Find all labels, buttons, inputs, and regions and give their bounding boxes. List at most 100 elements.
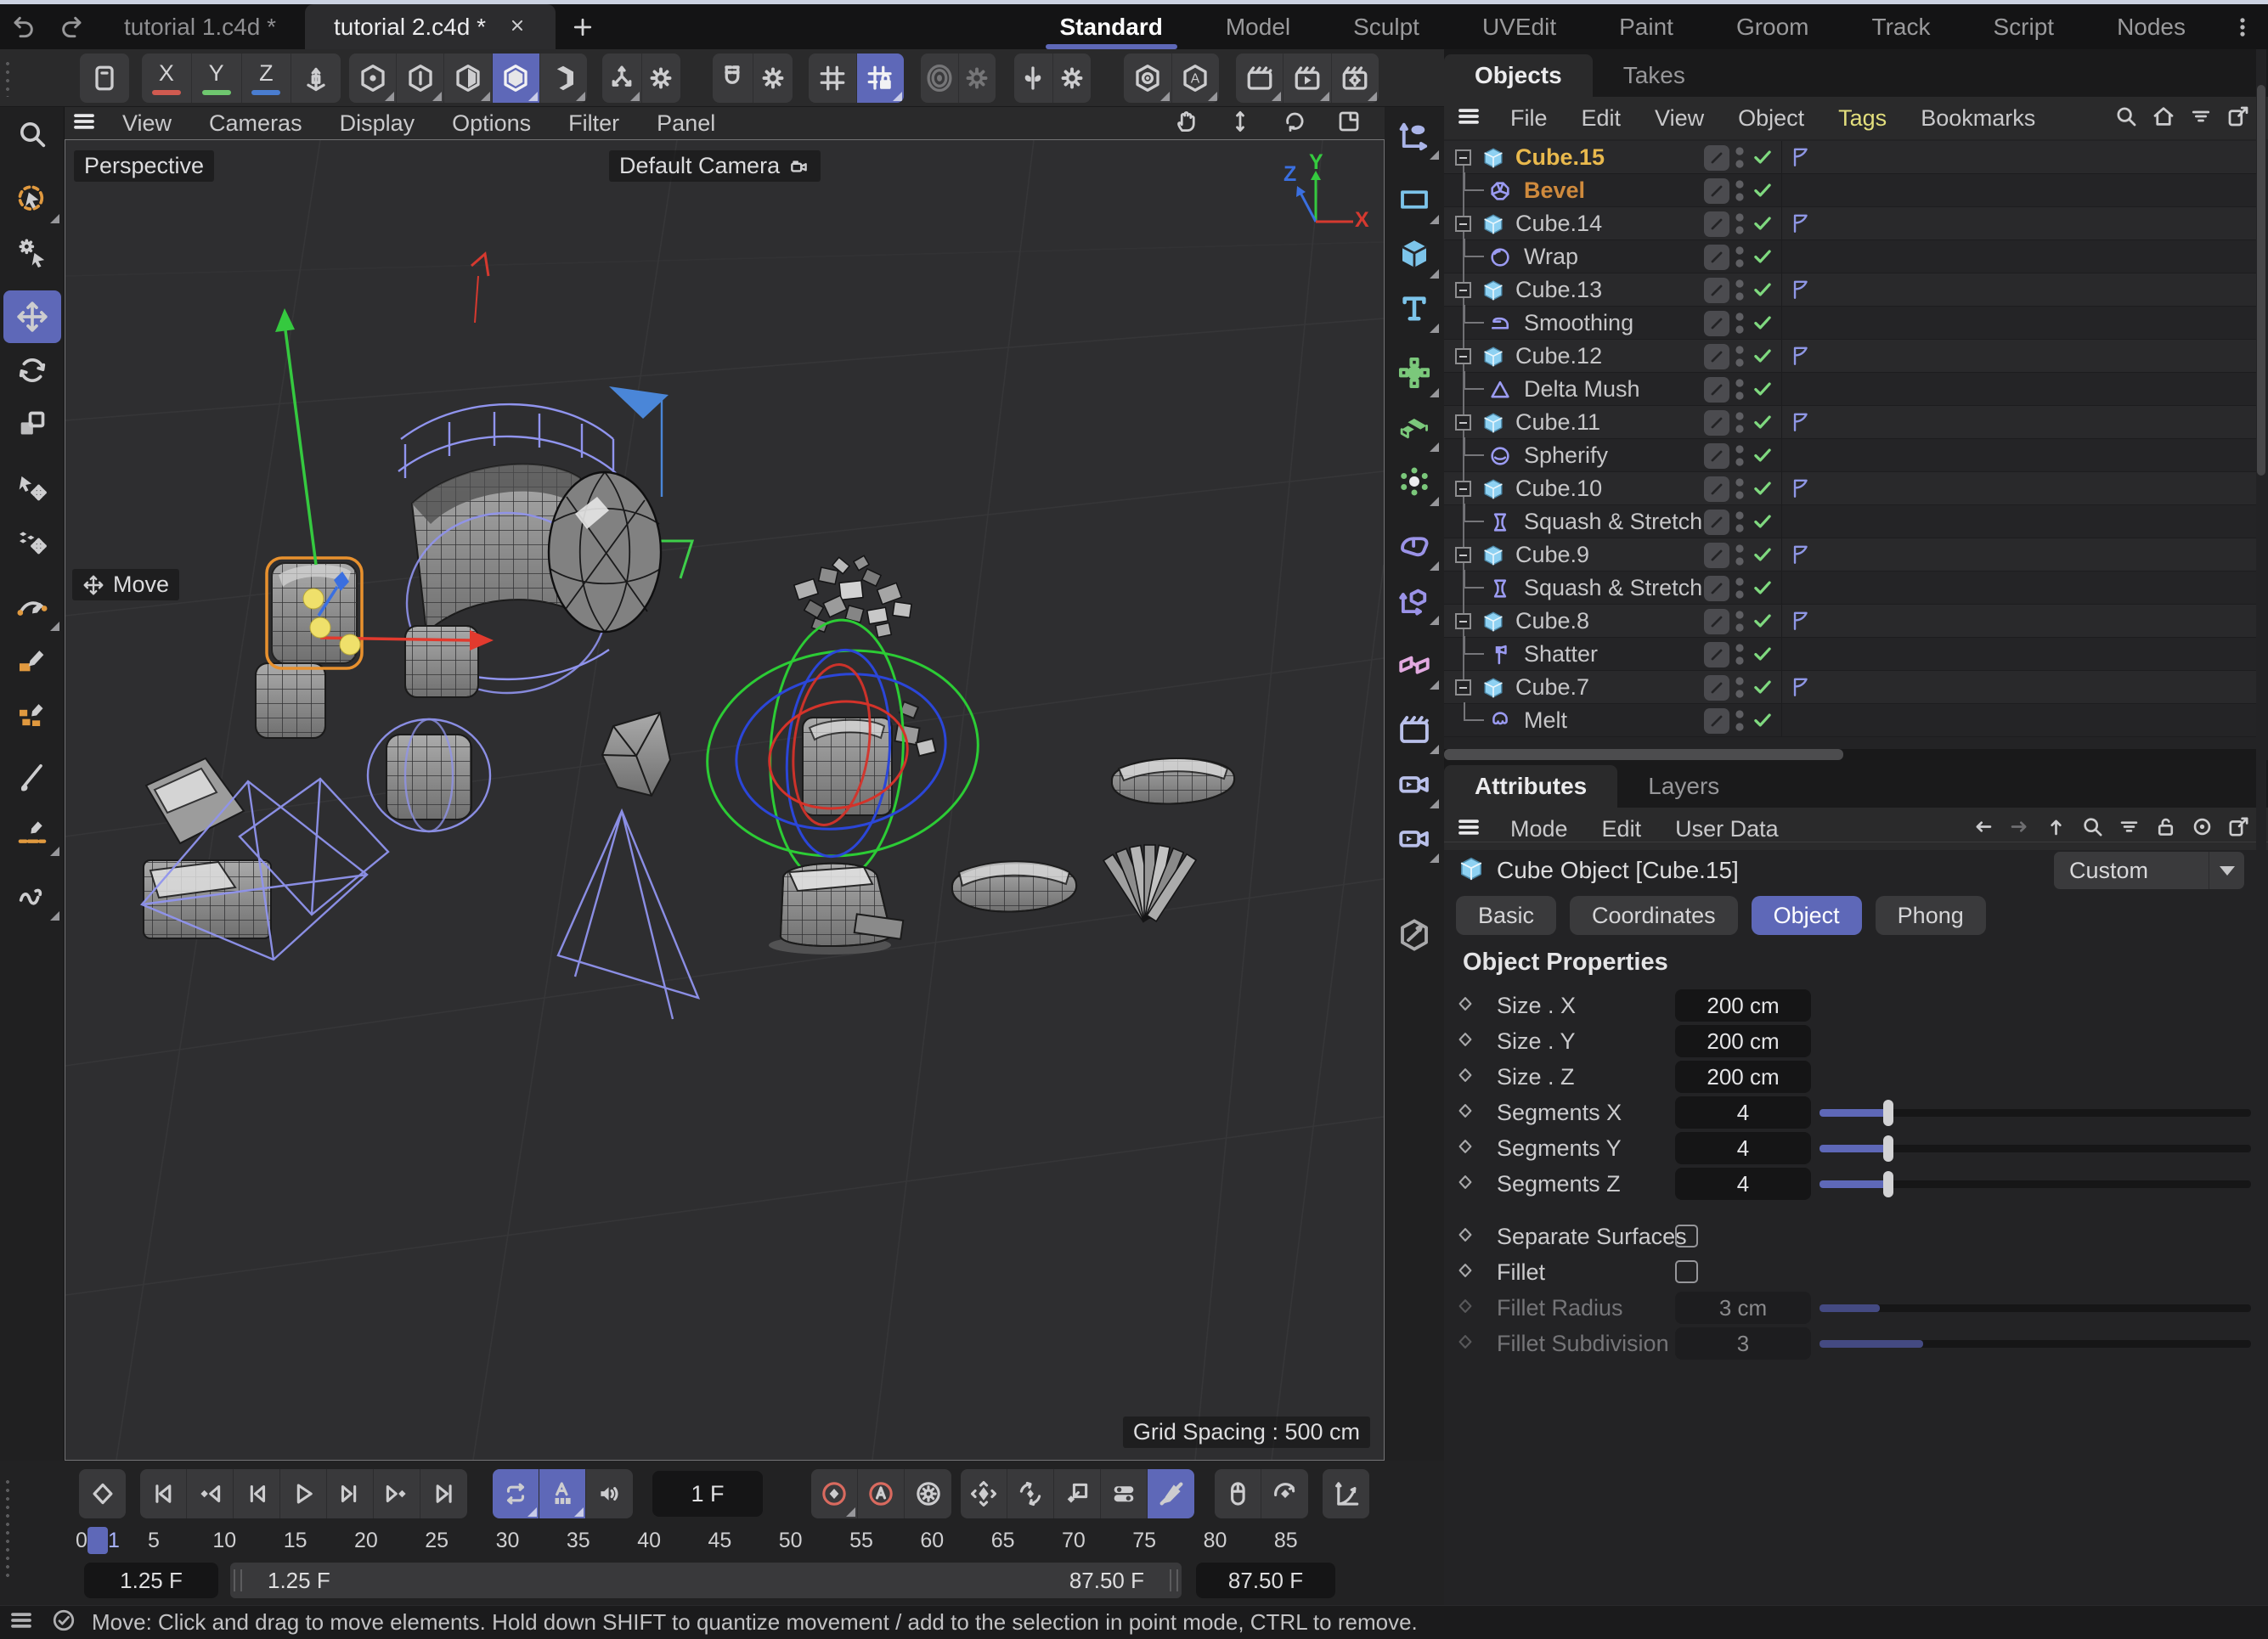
- key-scale-button[interactable]: [1054, 1469, 1101, 1518]
- symmetry-settings-button[interactable]: [1053, 54, 1092, 103]
- viewport-menu-filter[interactable]: Filter: [550, 110, 638, 137]
- range-end-field[interactable]: 87.50 F: [1196, 1563, 1335, 1598]
- enabled-toggle[interactable]: [1752, 179, 1774, 206]
- line-pen-tool[interactable]: [3, 805, 61, 858]
- tree-object-row[interactable]: Cube.15: [1444, 141, 2256, 174]
- attribute-section-phong[interactable]: Phong: [1876, 896, 1986, 935]
- phong-tag[interactable]: [1789, 477, 1811, 504]
- collapse-toggle[interactable]: [1455, 414, 1471, 431]
- hierarchy-settings-button[interactable]: [642, 54, 681, 103]
- autokey-record-button[interactable]: [858, 1469, 905, 1518]
- filter-objects-button[interactable]: [2185, 104, 2217, 133]
- tweak-tool[interactable]: [3, 226, 61, 279]
- new-document-button[interactable]: [556, 4, 610, 49]
- layout-item-groom[interactable]: Groom: [1705, 4, 1841, 49]
- falloff-button[interactable]: [921, 54, 959, 103]
- playhead[interactable]: [87, 1527, 108, 1554]
- live-selection-tool[interactable]: [3, 172, 61, 225]
- points-mode-button[interactable]: [349, 54, 397, 103]
- editor-visibility-toggle[interactable]: [1704, 443, 1729, 469]
- visibility-dots[interactable]: [1734, 704, 1746, 741]
- previous-frame-button[interactable]: [234, 1469, 280, 1518]
- objects-menu-edit[interactable]: Edit: [1565, 105, 1639, 132]
- visibility-dots[interactable]: [1734, 141, 1746, 178]
- render-clapper-button[interactable]: [1388, 703, 1441, 756]
- tree-deformer-row[interactable]: Smoothing: [1444, 307, 2256, 340]
- preview-range-bar[interactable]: 1.25 F 87.50 F: [230, 1563, 1182, 1598]
- motext-button[interactable]: [1388, 282, 1441, 335]
- collapse-toggle[interactable]: [1455, 679, 1471, 696]
- axis-modeling-button[interactable]: [291, 54, 341, 103]
- keying-settings-button[interactable]: [905, 1469, 951, 1518]
- editor-visibility-toggle[interactable]: [1704, 377, 1729, 403]
- objects-tab-objects[interactable]: Objects: [1444, 54, 1593, 97]
- tree-deformer-row[interactable]: Wrap: [1444, 240, 2256, 273]
- history-back-button[interactable]: [1967, 814, 1999, 843]
- maximize-view-button[interactable]: [1329, 109, 1368, 138]
- undo-button[interactable]: [0, 4, 48, 49]
- pan-view-button[interactable]: [1166, 109, 1205, 138]
- set-keyframe-button[interactable]: [79, 1469, 126, 1518]
- timeline-ramp-button[interactable]: [1323, 1469, 1369, 1518]
- next-frame-button[interactable]: [327, 1469, 374, 1518]
- property-value-field[interactable]: 3 cm: [1675, 1292, 1811, 1324]
- layout-item-uvedit[interactable]: UVEdit: [1451, 4, 1588, 49]
- viewport-canvas[interactable]: [65, 140, 1384, 1460]
- enabled-toggle[interactable]: [1752, 676, 1774, 702]
- viewport-menu-options[interactable]: Options: [433, 110, 550, 137]
- objects-menu-view[interactable]: View: [1638, 105, 1721, 132]
- editor-visibility-toggle[interactable]: [1704, 278, 1729, 303]
- editor-visibility-toggle[interactable]: [1704, 245, 1729, 270]
- layout-item-script[interactable]: Script: [1961, 4, 2085, 49]
- home-view-button[interactable]: [2147, 104, 2180, 133]
- texture-mode-button[interactable]: [540, 54, 587, 103]
- content-browser-button[interactable]: [80, 54, 129, 103]
- play-sound-button[interactable]: [586, 1469, 633, 1518]
- visibility-dots[interactable]: [1734, 273, 1746, 311]
- collapse-toggle[interactable]: [1455, 216, 1471, 232]
- goto-start-button[interactable]: [140, 1469, 187, 1518]
- key-parameters-off-button[interactable]: [1148, 1469, 1194, 1518]
- editor-visibility-toggle[interactable]: [1704, 642, 1729, 667]
- tree-object-row[interactable]: Cube.11: [1444, 406, 2256, 439]
- objects-menu-object[interactable]: Object: [1721, 105, 1821, 132]
- visibility-dots[interactable]: [1734, 472, 1746, 510]
- enabled-toggle[interactable]: [1752, 610, 1774, 636]
- status-menu-button[interactable]: [0, 1608, 42, 1637]
- document-tab[interactable]: tutorial 1.c4d *: [95, 4, 305, 49]
- editor-visibility-toggle[interactable]: [1704, 609, 1729, 634]
- visibility-dots[interactable]: [1734, 340, 1746, 377]
- preset-dropdown[interactable]: Custom: [2054, 852, 2244, 889]
- volume-blocks-button[interactable]: [1388, 401, 1441, 453]
- close-tab[interactable]: [508, 14, 527, 41]
- enabled-toggle[interactable]: [1752, 378, 1774, 404]
- enabled-toggle[interactable]: [1752, 577, 1774, 603]
- viewport[interactable]: Perspective Default Camera Grid Spacing …: [65, 139, 1385, 1461]
- visibility-dots[interactable]: [1734, 439, 1746, 476]
- rotate-view-button[interactable]: [1275, 109, 1314, 138]
- tree-object-row[interactable]: Cube.14: [1444, 207, 2256, 240]
- visibility-dots[interactable]: [1734, 373, 1746, 410]
- preset-dropdown-caret[interactable]: [2209, 852, 2244, 889]
- visibility-dots[interactable]: [1734, 572, 1746, 609]
- editor-visibility-toggle[interactable]: [1704, 410, 1729, 436]
- phong-tag[interactable]: [1789, 146, 1811, 172]
- objects-menu-file[interactable]: File: [1493, 105, 1565, 132]
- tree-deformer-row[interactable]: Bevel: [1444, 174, 2256, 207]
- visibility-dots[interactable]: [1734, 638, 1746, 675]
- field-button[interactable]: [1388, 346, 1441, 399]
- snap-toggle-button[interactable]: [713, 54, 753, 103]
- editor-visibility-toggle[interactable]: [1704, 311, 1729, 336]
- lock-panel-button[interactable]: [2150, 814, 2181, 843]
- enabled-toggle[interactable]: [1752, 444, 1774, 470]
- tree-object-row[interactable]: Cube.8: [1444, 605, 2256, 638]
- spline-pen-tool[interactable]: [3, 580, 61, 633]
- camera-label[interactable]: Default Camera: [609, 150, 821, 182]
- enabled-toggle[interactable]: [1752, 477, 1774, 504]
- parent-object-button[interactable]: [2040, 814, 2072, 843]
- collapse-toggle[interactable]: [1455, 481, 1471, 497]
- slider-handle[interactable]: [1883, 1135, 1893, 1162]
- enabled-toggle[interactable]: [1752, 544, 1774, 570]
- tree-object-row[interactable]: Cube.13: [1444, 273, 2256, 307]
- visibility-dots[interactable]: [1734, 307, 1746, 344]
